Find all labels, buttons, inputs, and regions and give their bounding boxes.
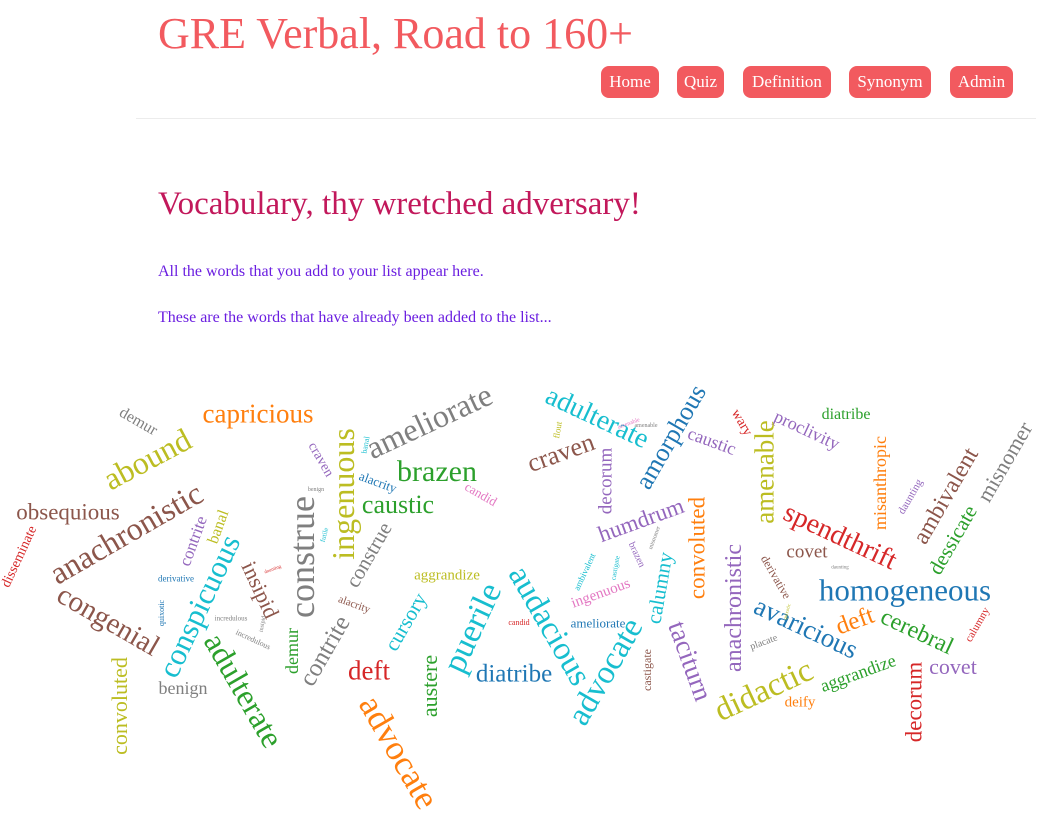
cloud-word: taciturn — [662, 616, 719, 705]
cloud-word: daunting — [831, 565, 849, 571]
cloud-word: diatribe — [821, 406, 871, 423]
nav-home-button[interactable]: Home — [601, 66, 659, 98]
cloud-word: ameliorate — [570, 615, 626, 631]
cloud-word: quixotic — [157, 599, 166, 627]
page-heading: Vocabulary, thy wretched adversary! — [158, 186, 641, 222]
nav-synonym-button[interactable]: Synonym — [849, 66, 931, 98]
cloud-word: caustic — [685, 423, 739, 459]
cloud-word: incredulous — [214, 614, 248, 623]
cloud-word: caustic — [361, 490, 435, 519]
cloud-word: demur — [282, 628, 302, 674]
cloud-word: congenial — [51, 578, 166, 663]
cloud-word: deft — [832, 601, 878, 641]
cloud-word: craven — [523, 427, 599, 479]
cloud-word: homogeneous — [818, 572, 992, 608]
cloud-word: construe — [282, 496, 322, 618]
cloud-word: convoluted — [107, 657, 132, 755]
cloud-word: decorum — [595, 447, 617, 515]
nav-admin-button[interactable]: Admin — [950, 66, 1013, 98]
cloud-word: misanthropic — [870, 436, 890, 530]
cloud-word: deft — [348, 655, 390, 686]
word-cloud: demur capricious abound obsequious anachroni… — [0, 370, 1063, 818]
nav-quiz-button[interactable]: Quiz — [677, 66, 724, 98]
cloud-word: austere — [417, 654, 442, 718]
cloud-word: insipid — [258, 615, 268, 633]
cloud-word: benign — [158, 678, 208, 698]
cloud-word: covet — [786, 541, 828, 563]
header-divider — [136, 118, 1036, 119]
cloud-word: anachronistic — [721, 544, 747, 672]
cloud-word: ambivalent — [571, 551, 598, 593]
cloud-word: calumny — [962, 605, 993, 645]
cloud-word: benign — [307, 487, 325, 493]
cloud-word: calumny — [641, 550, 678, 626]
intro-text: All the words that you add to your list … — [158, 263, 484, 280]
cloud-word: candid — [462, 478, 500, 510]
cloud-word: decorum — [901, 661, 927, 743]
cloud-word: castigate — [640, 649, 654, 691]
site-title: GRE Verbal, Road to 160+ — [158, 9, 633, 58]
cloud-word: derivative — [158, 573, 194, 584]
cloud-word: daunting — [263, 564, 283, 576]
cloud-word: cursory — [379, 588, 432, 656]
cloud-word: obsequious — [16, 499, 120, 525]
cloud-word: aggrandize — [817, 650, 899, 696]
cloud-word: diatribe — [475, 660, 553, 688]
main-nav: Home Quiz Definition Synonym Admin — [0, 66, 1063, 100]
nav-definition-button[interactable]: Definition — [743, 66, 831, 98]
cloud-word: aggrandize — [414, 567, 480, 584]
cloud-word: brazen — [625, 540, 648, 570]
cloud-word: adulterate — [196, 626, 292, 754]
cloud-word: misnomer — [971, 417, 1038, 507]
cloud-word: covet — [929, 654, 977, 679]
cloud-word: disseminate — [0, 523, 41, 590]
cloud-word: brazen — [397, 455, 477, 488]
cloud-word: ingenuous — [325, 428, 361, 560]
cloud-word: candid — [508, 618, 530, 627]
cloud-word: contrite — [294, 611, 356, 691]
cloud-word: alacrity — [336, 593, 372, 616]
cloud-word: capricious — [202, 398, 314, 429]
cloud-word: placate — [748, 632, 780, 653]
cloud-word: ameliorate — [360, 376, 498, 466]
cloud-word: convoluted — [684, 496, 710, 600]
cloud-word: amenable — [749, 420, 780, 524]
list-description-text: These are the words that have already be… — [158, 309, 552, 326]
